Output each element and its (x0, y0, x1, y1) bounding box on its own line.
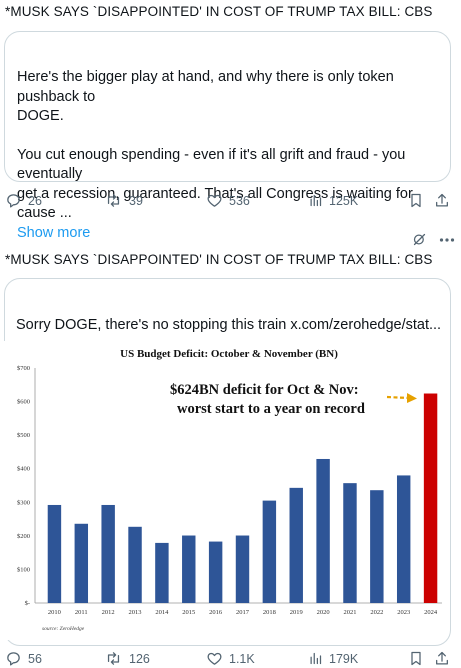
bar-2010 (47, 504, 62, 603)
repost-count: 126 (129, 651, 150, 666)
budget-deficit-chart[interactable]: US Budget Deficit: October & November (B… (2, 341, 445, 640)
x-tick-label: 2019 (290, 609, 303, 616)
quoted-post-line: You cut enough spending - even if it's a… (17, 146, 406, 183)
post-actions: 26 39 536 125K (0, 192, 461, 212)
quoted-post-line: DOGE. (17, 108, 64, 124)
reply-icon (7, 652, 20, 666)
reply-icon (7, 194, 20, 208)
reply-count: 56 (28, 651, 42, 666)
quoted-post-card[interactable]: Here's the bigger play at hand, and why … (4, 31, 451, 241)
like-count: 536 (229, 193, 250, 208)
x-tick-label: 2020 (317, 609, 330, 616)
bar-2011 (74, 523, 89, 603)
chart-title: US Budget Deficit: October & November (B… (120, 348, 338, 360)
post-headline: *MUSK SAYS `DISAPPOINTED' IN COST OF TRU… (5, 4, 433, 19)
share-icon (436, 651, 448, 665)
show-more-link[interactable]: Show more (17, 224, 447, 244)
bookmark-button[interactable] (408, 192, 424, 214)
y-tick-label: $100 (17, 566, 30, 573)
grok-icon[interactable] (412, 232, 427, 247)
like-button[interactable]: 1.1K (206, 650, 255, 667)
bar-2023 (396, 475, 411, 603)
bar-2014 (155, 542, 169, 603)
repost-icon (107, 652, 120, 665)
x-tick-label: 2010 (48, 609, 61, 616)
x-tick-label: 2011 (75, 609, 88, 616)
views-count: 125K (329, 193, 359, 208)
bar-2018 (262, 500, 277, 603)
y-tick-label: $400 (17, 466, 30, 473)
views-button[interactable]: 125K (308, 192, 358, 209)
bar-2016 (208, 541, 223, 603)
y-tick-label: $700 (17, 365, 30, 372)
bar-2022 (370, 490, 384, 603)
more-options-icon[interactable] (439, 237, 455, 243)
bar-2012 (101, 504, 115, 603)
chart-source: source: ZeroHedge (42, 626, 85, 632)
views-icon (310, 652, 322, 665)
y-tick-label: $300 (17, 499, 30, 506)
quoted-post-text: Sorry DOGE, there's no stopping this tra… (16, 317, 442, 333)
y-tick-label: $200 (17, 533, 30, 540)
repost-button[interactable]: 126 (104, 650, 150, 667)
x-tick-label: 2021 (343, 609, 356, 616)
reply-button[interactable]: 26 (5, 192, 42, 209)
bar-2020 (316, 458, 330, 603)
share-button[interactable] (434, 192, 450, 214)
views-icon (310, 194, 322, 207)
x-tick-label: 2018 (263, 609, 276, 616)
x-tick-label: 2016 (209, 609, 223, 616)
chart-annotation-line2: worst start to a year on record (177, 401, 365, 417)
x-tick-label: 2015 (182, 609, 195, 616)
post-actions: 56 126 1.1K 179K (0, 650, 461, 668)
repost-icon (107, 194, 120, 207)
bar-2019 (289, 487, 303, 603)
bar-2021 (343, 483, 357, 603)
quoted-post-text: Here's the bigger play at hand, and why … (17, 68, 447, 243)
bar-2017 (235, 535, 250, 603)
share-button[interactable] (434, 650, 450, 668)
x-tick-label: 2013 (129, 609, 142, 616)
x-tick-label: 2022 (370, 609, 383, 616)
x-tick-label: 2023 (397, 609, 410, 616)
views-count: 179K (329, 651, 359, 666)
reply-button[interactable]: 56 (5, 650, 42, 667)
y-tick-label: $500 (17, 432, 30, 439)
bookmark-icon (411, 193, 421, 208)
repost-count: 39 (129, 193, 143, 208)
share-icon (436, 193, 448, 207)
like-count: 1.1K (229, 651, 255, 666)
x-tick-label: 2012 (102, 609, 115, 616)
quoted-post-line: Here's the bigger play at hand, and why … (17, 69, 394, 105)
chart-annotation-line1: $624BN deficit for Oct & Nov: (170, 382, 359, 398)
heart-icon (207, 194, 222, 207)
annotation-arrow (386, 393, 417, 403)
x-tick-label: 2024 (424, 609, 438, 616)
repost-button[interactable]: 39 (104, 192, 143, 209)
bookmark-button[interactable] (408, 650, 424, 668)
y-tick-label: $- (25, 600, 30, 607)
heart-icon (207, 652, 222, 665)
bar-2013 (128, 526, 142, 603)
post-headline: *MUSK SAYS `DISAPPOINTED' IN COST OF TRU… (5, 252, 433, 267)
x-tick-label: 2017 (236, 609, 250, 616)
reply-count: 26 (28, 193, 42, 208)
post-top-icons (412, 232, 455, 247)
x-tick-label: 2014 (155, 609, 169, 616)
bar-2015 (182, 535, 196, 603)
bookmark-icon (411, 651, 421, 666)
y-tick-label: $600 (17, 399, 30, 406)
like-button[interactable]: 536 (206, 192, 250, 209)
bar-2024 (423, 393, 438, 603)
views-button[interactable]: 179K (308, 650, 358, 667)
